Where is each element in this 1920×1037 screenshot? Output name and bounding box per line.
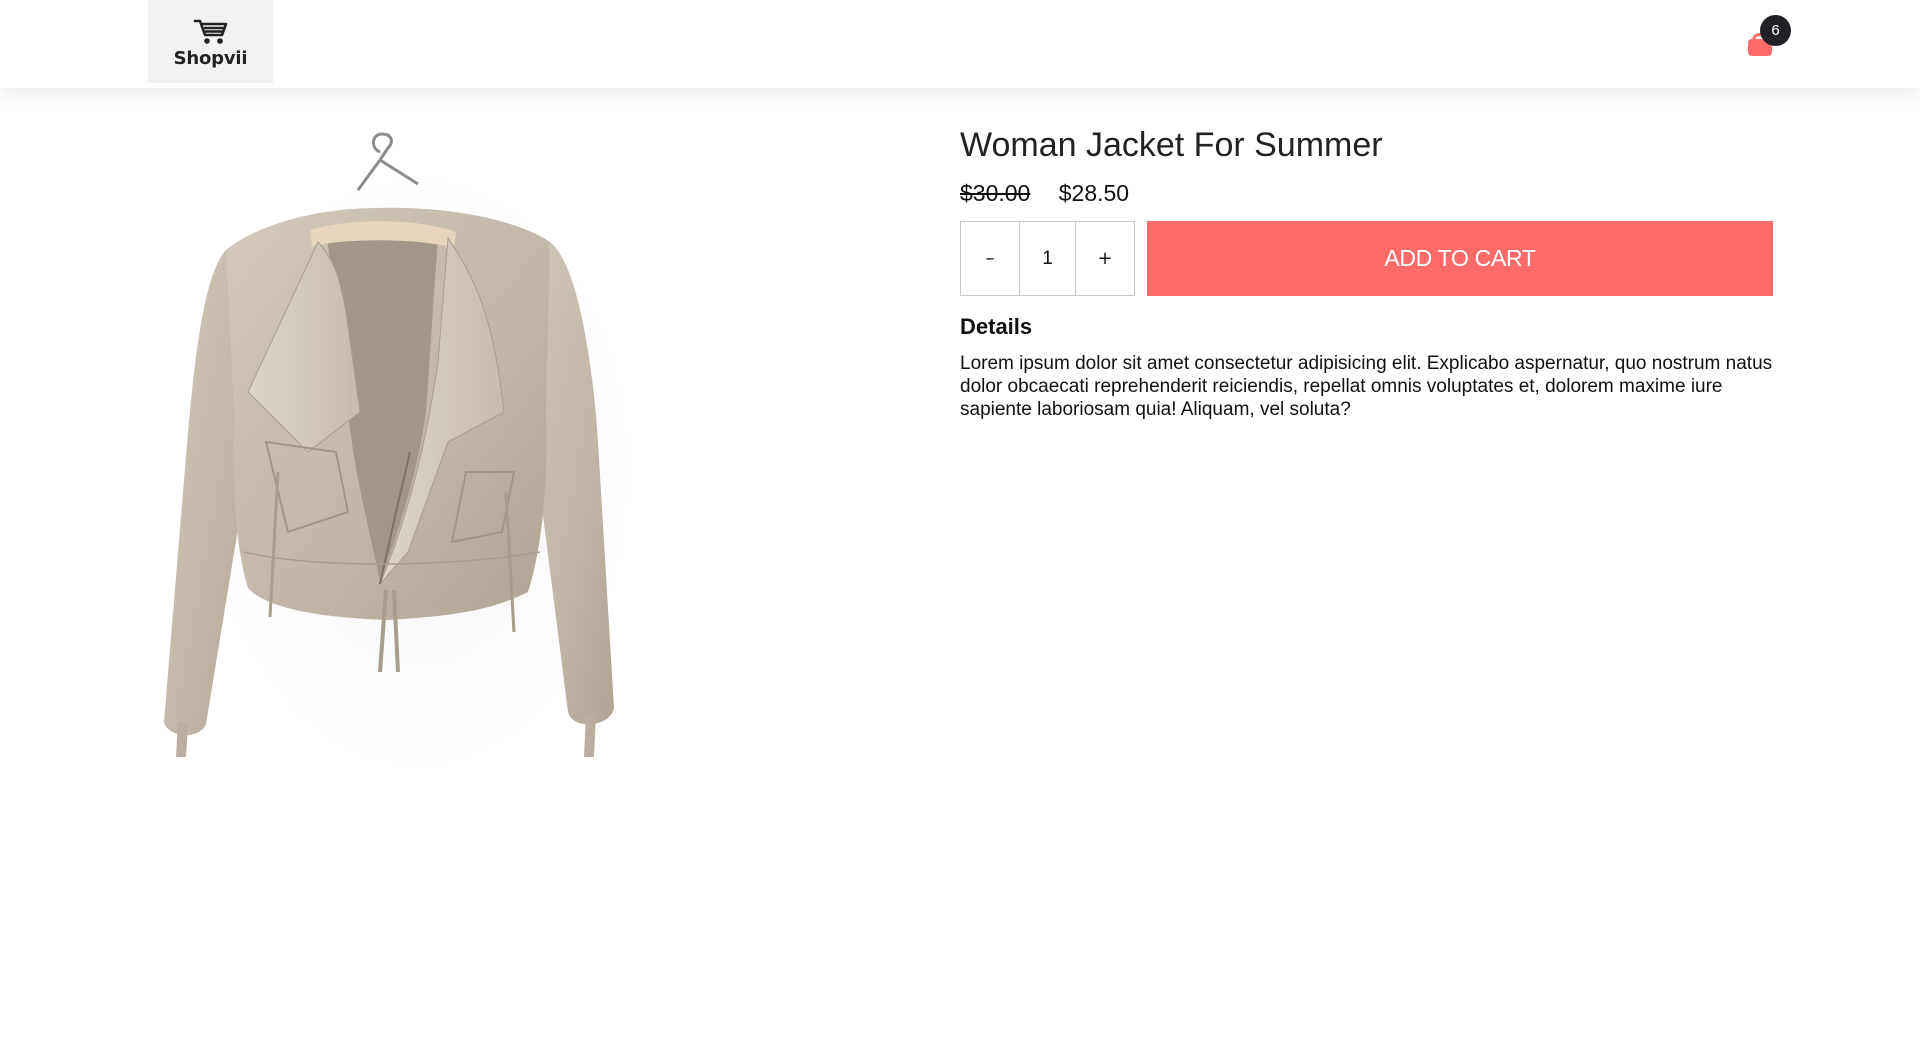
product-description: Lorem ipsum dolor sit amet consectetur a… (960, 353, 1773, 420)
add-to-cart-button[interactable]: ADD TO CART (1147, 221, 1773, 296)
quantity-stepper: – + (960, 221, 1135, 296)
product-info: Woman Jacket For Summer $30.00 $28.50 – … (960, 118, 1773, 421)
purchase-row: – + ADD TO CART (960, 221, 1773, 296)
top-navbar: Shopvii 6 (0, 0, 1920, 88)
logo-link[interactable]: Shopvii (148, 0, 273, 83)
product-image (148, 112, 628, 764)
sale-price: $28.50 (1058, 180, 1130, 206)
cart-button[interactable]: 6 (1742, 12, 1792, 62)
original-price: $30.00 (960, 180, 1031, 206)
cart-count-badge: 6 (1760, 15, 1791, 46)
jacket-illustration (148, 112, 628, 764)
shopping-cart-icon (193, 19, 227, 44)
price-row: $30.00 $28.50 (960, 178, 1773, 208)
logo-text: Shopvii (173, 47, 248, 69)
quantity-input[interactable] (1019, 222, 1076, 295)
product-title: Woman Jacket For Summer (960, 126, 1383, 164)
increment-quantity-button[interactable]: + (1076, 222, 1134, 295)
decrement-quantity-button[interactable]: – (961, 222, 1019, 295)
details-heading: Details (960, 314, 1033, 339)
